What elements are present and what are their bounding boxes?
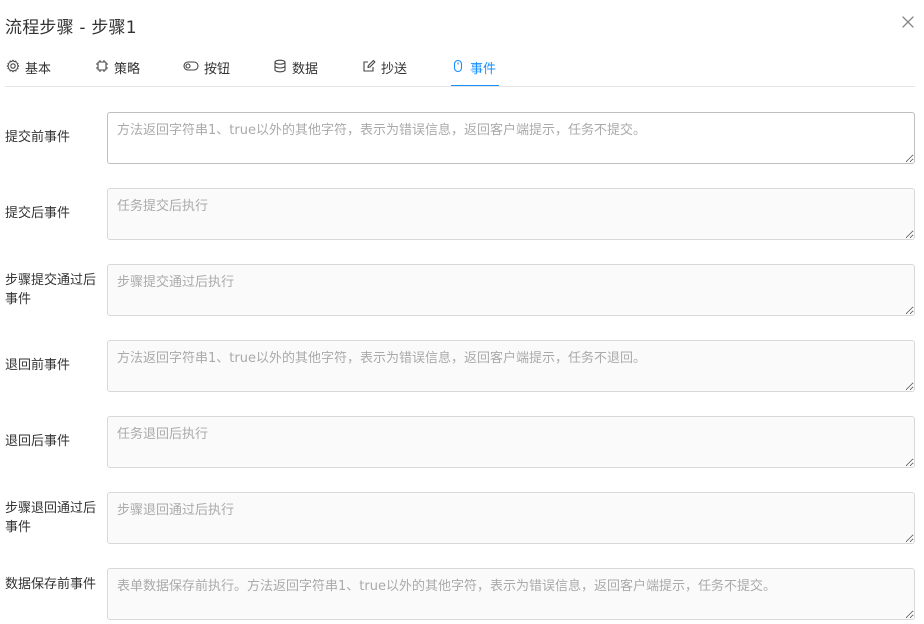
tab-label: 按钮 [204,62,231,77]
event-step-submit-passed-input[interactable] [107,264,915,316]
tab-label: 基本 [25,62,52,77]
event-label: 提交后事件 [5,206,71,221]
tab-strategy[interactable]: 策略 [95,52,140,86]
tab-data[interactable]: 数据 [273,52,318,86]
event-label: 数据保存前事件 [5,577,97,592]
event-label: 退回后事件 [5,434,71,449]
toggle-icon [183,59,199,73]
event-step-return-passed-input[interactable] [107,492,915,544]
event-label: 退回前事件 [5,358,71,373]
tab-divider [5,86,915,87]
tab-buttons[interactable]: 按钮 [183,52,230,86]
tab-events[interactable]: 事件 [451,52,499,87]
tab-cc[interactable]: 抄送 [362,52,407,86]
event-before-return-input[interactable] [107,340,915,392]
tab-label: 策略 [114,62,141,77]
event-after-submit-input[interactable] [107,188,915,240]
event-label: 步骤退回通过后事件 [5,501,97,535]
dialog-header: 流程步骤 - 步骤1 [0,0,924,48]
chip-icon [95,59,109,73]
event-after-return-input[interactable] [107,416,915,468]
tab-label: 抄送 [381,62,408,77]
tab-label: 数据 [292,62,319,77]
event-before-submit-input[interactable] [107,112,915,164]
event-before-data-save-input[interactable] [107,568,915,620]
edit-icon [362,59,376,73]
database-icon [273,59,287,73]
tab-label: 事件 [470,62,497,77]
tab-bar: 基本 策略 按钮 数据 抄送 事件 [0,52,924,87]
dialog-title: 流程步骤 - 步骤1 [5,18,137,38]
close-icon[interactable] [900,14,916,30]
event-label: 提交前事件 [5,130,71,145]
gear-icon [6,59,20,73]
mouse-icon [451,59,465,73]
event-label: 步骤提交通过后事件 [5,273,97,307]
tab-basic[interactable]: 基本 [6,52,51,86]
